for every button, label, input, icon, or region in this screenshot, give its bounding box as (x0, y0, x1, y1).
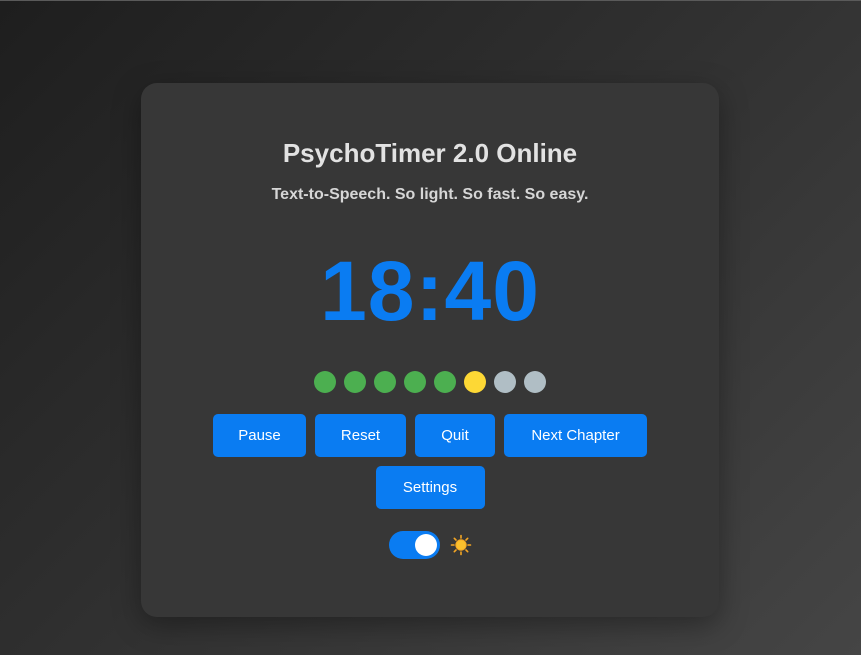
progress-dot (464, 371, 486, 393)
app-subtitle: Text-to-Speech. So light. So fast. So ea… (271, 186, 589, 203)
progress-dot (344, 371, 366, 393)
progress-dot (374, 371, 396, 393)
theme-toggle-knob[interactable] (414, 534, 437, 556)
chapter-progress-dots (141, 371, 719, 393)
pause-button[interactable]: Pause (213, 414, 306, 457)
reset-button[interactable]: Reset (315, 414, 406, 457)
theme-toggle[interactable] (388, 531, 440, 559)
timer-display: 18:40 (320, 244, 540, 338)
timer-card: PsychoTimer 2.0 Online Text-to-Speech. S… (141, 83, 719, 617)
progress-dot (524, 371, 546, 393)
sun-icon (450, 534, 471, 556)
progress-dot (314, 371, 336, 393)
progress-dot (494, 371, 516, 393)
settings-button[interactable]: Settings (375, 466, 485, 509)
quit-button[interactable]: Quit (415, 414, 495, 457)
progress-dot (404, 371, 426, 393)
theme-toggle-row (141, 531, 719, 559)
settings-row: Settings (141, 466, 719, 509)
window-top-border (0, 0, 861, 1)
app-title: PsychoTimer 2.0 Online (282, 138, 578, 168)
next-chapter-button[interactable]: Next Chapter (504, 414, 647, 457)
progress-dot (434, 371, 456, 393)
control-buttons-row: Pause Reset Quit Next Chapter (141, 414, 719, 457)
